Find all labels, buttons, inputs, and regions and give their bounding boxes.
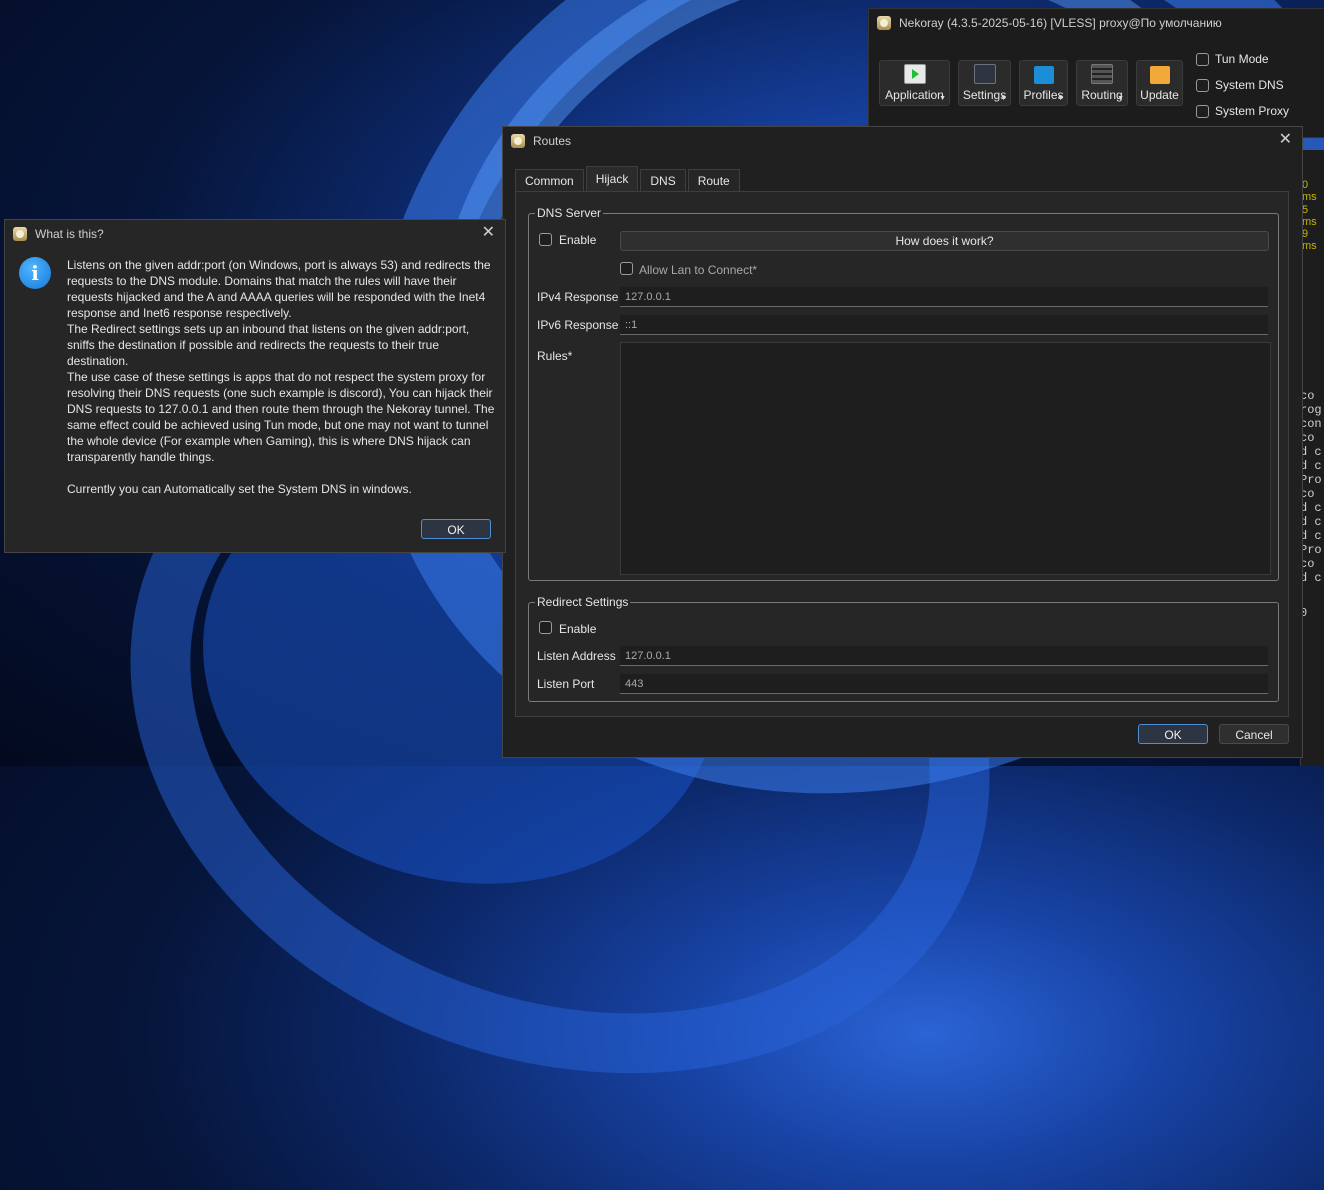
redirect-enable-checkbox[interactable] xyxy=(539,621,552,634)
allow-lan-checkbox[interactable] xyxy=(620,262,633,275)
routing-button[interactable]: Routing ▼ xyxy=(1076,60,1128,106)
application-button[interactable]: Application ▼ xyxy=(879,60,950,106)
main-window-title: Nekoray (4.3.5-2025-05-16) [VLESS] proxy… xyxy=(899,16,1222,30)
info-titlebar: What is this? xyxy=(5,220,505,248)
routes-tabbar: Common Hijack DNS Route xyxy=(515,166,742,192)
system-dns-label: System DNS xyxy=(1215,78,1284,92)
update-label: Update xyxy=(1140,88,1179,102)
tab-hijack[interactable]: Hijack xyxy=(585,166,639,192)
info-paragraph: Currently you can Automatically set the … xyxy=(67,482,412,496)
profiles-icon xyxy=(1033,66,1054,84)
listen-address-input[interactable]: 127.0.0.1 xyxy=(620,646,1268,666)
routing-icon xyxy=(1091,64,1113,84)
how-does-it-work-button[interactable]: How does it work? xyxy=(620,231,1269,251)
info-dialog-title: What is this? xyxy=(35,227,104,241)
routes-titlebar: Routes xyxy=(503,127,1302,155)
rules-textarea[interactable] xyxy=(620,342,1271,575)
main-titlebar: Nekoray (4.3.5-2025-05-16) [VLESS] proxy… xyxy=(869,9,1324,37)
redirect-enable-label: Enable xyxy=(559,622,597,636)
log-line: d c xyxy=(1300,529,1322,543)
routes-ok-button[interactable]: OK xyxy=(1138,724,1208,744)
settings-button[interactable]: Settings ▼ xyxy=(958,60,1011,106)
main-window: Nekoray (4.3.5-2025-05-16) [VLESS] proxy… xyxy=(868,8,1324,138)
update-icon xyxy=(1149,66,1170,84)
log-line: Pro xyxy=(1300,543,1322,557)
nekoray-icon xyxy=(511,134,525,148)
info-paragraph: Listens on the given addr:port (on Windo… xyxy=(67,258,491,320)
log-line: d c xyxy=(1300,459,1322,473)
system-proxy-option[interactable]: System Proxy xyxy=(1196,103,1289,119)
system-dns-option[interactable]: System DNS xyxy=(1196,77,1289,93)
application-label: Application xyxy=(885,88,944,102)
tun-mode-label: Tun Mode xyxy=(1215,52,1269,66)
tab-route[interactable]: Route xyxy=(687,169,740,192)
tun-mode-option[interactable]: Tun Mode xyxy=(1196,51,1289,67)
dns-enable-label: Enable xyxy=(559,233,597,247)
log-line: d c xyxy=(1300,445,1322,459)
latency-value: 5 ms xyxy=(1302,204,1317,228)
info-dialog: What is this? ✕ i Listens on the given a… xyxy=(4,219,506,553)
latency-value: 0 ms xyxy=(1302,179,1317,203)
main-toolbar: Application ▼ Settings ▼ Profiles ▼ Rout… xyxy=(879,60,1183,106)
system-proxy-label: System Proxy xyxy=(1215,104,1290,118)
log-line: d c xyxy=(1300,515,1322,529)
routes-dialog-title: Routes xyxy=(533,134,572,148)
rules-label: Rules* xyxy=(537,349,573,363)
profiles-button[interactable]: Profiles ▼ xyxy=(1019,60,1068,106)
allow-lan-label: Allow Lan to Connect* xyxy=(639,263,758,277)
update-button[interactable]: Update xyxy=(1136,60,1183,106)
dropdown-arrow-icon: ▼ xyxy=(939,95,946,102)
dropdown-arrow-icon: ▼ xyxy=(1057,95,1064,102)
system-proxy-checkbox[interactable] xyxy=(1196,104,1209,118)
ipv4-response-label: IPv4 Response xyxy=(537,290,619,304)
redirect-settings-legend: Redirect Settings xyxy=(537,595,629,609)
ipv6-response-label: IPv6 Response xyxy=(537,318,619,332)
listen-address-label: Listen Address xyxy=(537,649,616,663)
nekoray-icon xyxy=(877,16,891,30)
ipv4-response-input[interactable]: 127.0.0.1 xyxy=(620,287,1268,307)
settings-icon xyxy=(973,64,996,84)
listen-port-input[interactable]: 443 xyxy=(620,674,1268,694)
ipv6-response-input[interactable]: ::1 xyxy=(620,315,1268,335)
info-paragraph: The Redirect settings sets up an inbound… xyxy=(67,322,470,368)
dropdown-arrow-icon: ▼ xyxy=(1117,95,1124,102)
log-line: d c xyxy=(1300,501,1322,515)
dns-enable-checkbox[interactable] xyxy=(539,233,552,246)
log-line: Pro xyxy=(1300,473,1322,487)
hijack-tab-panel: DNS Server Enable How does it work? Allo… xyxy=(515,191,1289,717)
information-icon: i xyxy=(19,257,51,289)
latency-value: 9 ms xyxy=(1302,228,1317,252)
log-line: d c xyxy=(1300,571,1322,585)
routes-close-icon[interactable]: ✕ xyxy=(1279,132,1292,148)
listen-port-label: Listen Port xyxy=(537,677,595,691)
info-close-icon[interactable]: ✕ xyxy=(482,225,495,241)
log-line: rog xyxy=(1300,403,1322,417)
dropdown-arrow-icon: ▼ xyxy=(1000,95,1007,102)
tab-dns[interactable]: DNS xyxy=(640,169,686,192)
mode-checkboxes: Tun Mode System DNS System Proxy xyxy=(1196,51,1289,119)
tab-common[interactable]: Common xyxy=(515,169,584,192)
tun-mode-checkbox[interactable] xyxy=(1196,52,1209,66)
system-dns-checkbox[interactable] xyxy=(1196,78,1209,92)
dns-server-legend: DNS Server xyxy=(537,206,602,220)
info-message: Listens on the given addr:port (on Windo… xyxy=(67,257,497,497)
application-icon xyxy=(903,64,926,84)
routes-dialog: Routes ✕ Common Hijack DNS Route DNS Ser… xyxy=(502,126,1303,758)
routes-cancel-button[interactable]: Cancel xyxy=(1219,724,1289,744)
nekoray-icon xyxy=(13,227,27,241)
info-paragraph: The use case of these settings is apps t… xyxy=(67,370,495,464)
log-line: con xyxy=(1300,417,1322,431)
info-ok-button[interactable]: OK xyxy=(421,519,491,539)
